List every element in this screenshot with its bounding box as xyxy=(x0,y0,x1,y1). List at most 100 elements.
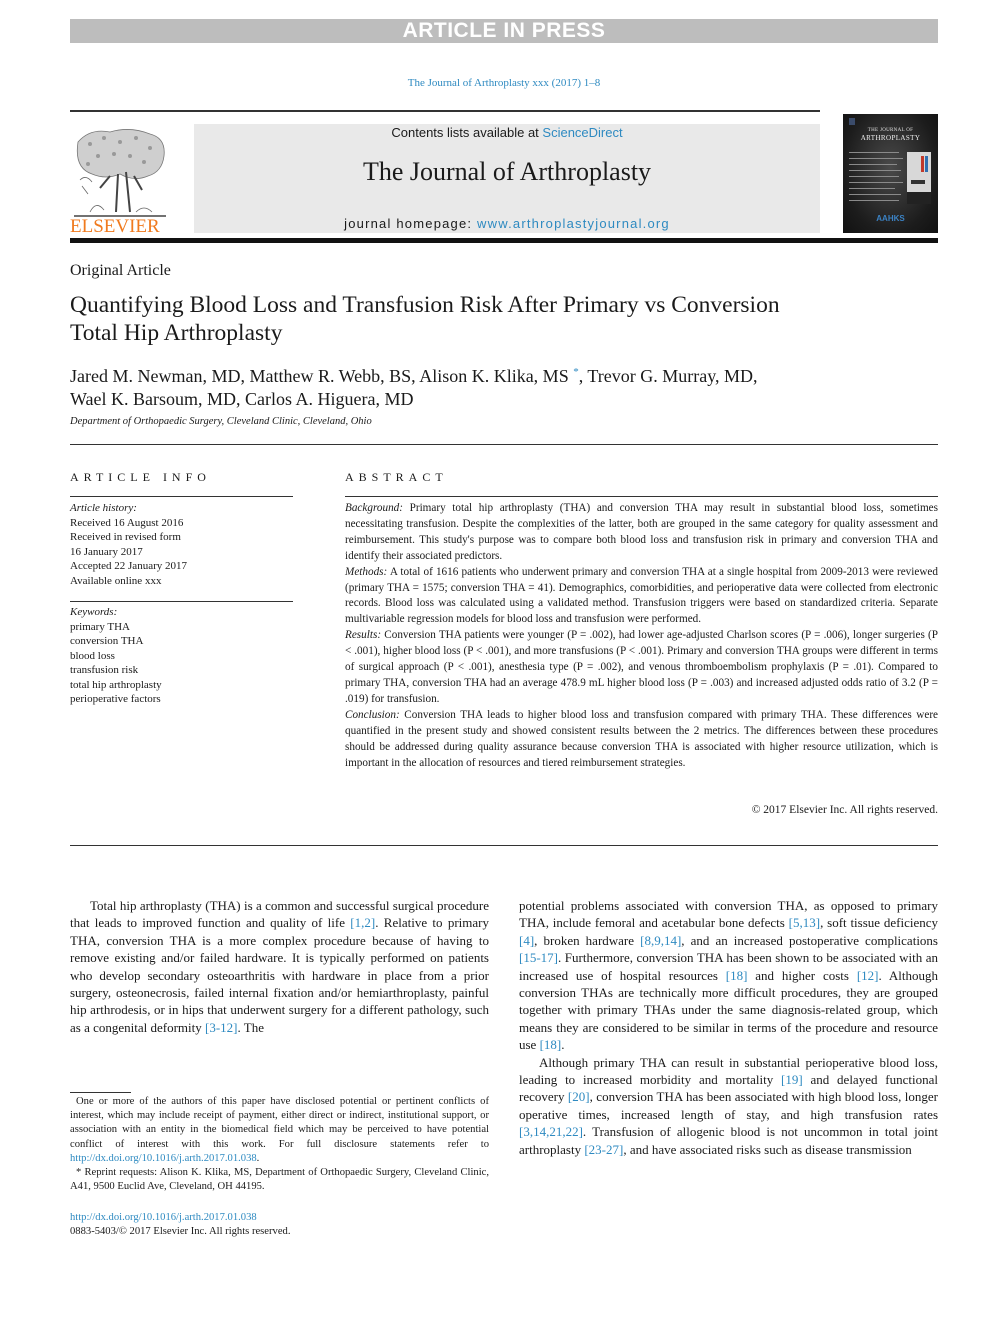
body-column-right: potential problems associated with conve… xyxy=(519,897,938,1158)
divider xyxy=(70,845,938,846)
conclusion-text: Conversion THA leads to higher blood los… xyxy=(345,708,939,769)
abstract-heading: ABSTRACT xyxy=(345,470,448,484)
history-item: 16 January 2017 xyxy=(70,545,143,558)
citation-link[interactable]: [5,13] xyxy=(789,915,820,930)
journal-name: The Journal of Arthroplasty xyxy=(362,157,652,186)
divider xyxy=(70,601,293,602)
body-text: . The xyxy=(237,1019,264,1035)
authors-line-1a: Jared M. Newman, MD, Matthew R. Webb, BS… xyxy=(70,366,574,386)
cover-text-line xyxy=(849,164,897,165)
journal-reference-link[interactable]: The Journal of Arthroplasty xxx (2017) 1… xyxy=(0,77,990,89)
journal-cover-image[interactable]: THE JOURNAL OF ARTHROPLASTY AAHKS xyxy=(843,114,938,233)
citation-link[interactable]: [23-27] xyxy=(584,1142,623,1157)
elsevier-wordmark: ELSEVIER xyxy=(70,216,160,237)
doi-link[interactable]: http://dx.doi.org/10.1016/j.arth.2017.01… xyxy=(70,1211,290,1225)
sciencedirect-link[interactable]: ScienceDirect xyxy=(542,125,622,140)
background-text: Primary total hip arthroplasty (THA) and… xyxy=(345,502,938,562)
citation-link[interactable]: [3-12] xyxy=(205,1020,238,1035)
abstract-methods: Methods: A total of 1616 patients who un… xyxy=(345,565,938,629)
footnotes: One or more of the authors of this paper… xyxy=(70,1095,489,1194)
cover-figure-image xyxy=(907,152,931,204)
keyword: primary THA xyxy=(70,620,130,633)
results-text: Conversion THA patients were younger (P … xyxy=(345,629,939,705)
conclusion-label: Conclusion: xyxy=(345,708,400,721)
contents-line: Contents lists available at ScienceDirec… xyxy=(194,125,820,140)
doi-footer: http://dx.doi.org/10.1016/j.arth.2017.01… xyxy=(70,1211,290,1239)
history-label: Article history: xyxy=(70,502,137,514)
cover-society-logo: AAHKS xyxy=(876,214,905,223)
history-item: Accepted 22 January 2017 xyxy=(70,560,187,572)
citation-link[interactable]: [8,9,14] xyxy=(640,933,681,948)
homepage-prefix: journal homepage: xyxy=(344,216,478,231)
body-text: . xyxy=(561,1037,565,1053)
body-paragraph: Total hip arthroplasty (THA) is a common… xyxy=(70,897,489,1036)
results-label: Results: xyxy=(345,629,382,642)
methods-text: A total of 1616 patients who underwent p… xyxy=(345,565,938,626)
authors-line-2: Wael K. Barsoum, MD, Carlos A. Higuera, … xyxy=(70,389,414,409)
body-paragraph: Although primary THA can result in subst… xyxy=(519,1054,938,1158)
keyword: conversion THA xyxy=(70,635,144,647)
citation-link[interactable]: [12] xyxy=(857,968,879,983)
divider xyxy=(70,444,938,445)
divider xyxy=(70,496,293,497)
citation-link[interactable]: [1,2] xyxy=(350,915,375,930)
citation-link[interactable]: [15-17] xyxy=(519,950,558,965)
keyword: blood loss xyxy=(70,649,115,662)
history-item: Received 16 August 2016 xyxy=(70,516,184,529)
body-text: , and have associated risks such as dise… xyxy=(623,1141,912,1157)
cover-text-line xyxy=(849,170,901,171)
cover-text-line xyxy=(849,158,903,159)
homepage-line: journal homepage: www.arthroplastyjourna… xyxy=(194,216,820,231)
affiliation: Department of Orthopaedic Surgery, Cleve… xyxy=(70,416,372,427)
methods-label: Methods: xyxy=(345,565,388,578)
citation-link[interactable]: [18] xyxy=(726,968,748,983)
cover-text-line xyxy=(849,176,899,177)
article-in-press-banner: ARTICLE IN PRESS xyxy=(70,19,938,43)
journal-homepage-link[interactable]: www.arthroplastyjournal.org xyxy=(477,216,670,231)
cover-logo-icon xyxy=(849,118,855,125)
body-text: . Relative to primary THA, conversion TH… xyxy=(70,915,489,1035)
journal-masthead: Contents lists available at ScienceDirec… xyxy=(194,124,820,233)
citation-link[interactable]: [4] xyxy=(519,933,534,948)
citation-link[interactable]: [18] xyxy=(540,1037,562,1052)
coi-doi-link[interactable]: http://dx.doi.org/10.1016/j.arth.2017.01… xyxy=(70,1153,257,1164)
body-column-left: Total hip arthroplasty (THA) is a common… xyxy=(70,897,489,1036)
body-paragraph: potential problems associated with conve… xyxy=(519,897,938,1054)
body-text: , soft tissue deficiency xyxy=(820,915,939,931)
citation-link[interactable]: [3,14,21,22] xyxy=(519,1124,583,1139)
cover-title-line-1: THE JOURNAL OF xyxy=(867,128,914,133)
keyword: transfusion risk xyxy=(70,664,139,676)
body-text: , and an increased postoperative complic… xyxy=(681,932,938,948)
issn-copyright: 0883-5403/© 2017 Elsevier Inc. All right… xyxy=(70,1226,291,1238)
article-history: Article history: Received 16 August 2016… xyxy=(70,501,293,588)
abstract-results: Results: Conversion THA patients were yo… xyxy=(345,628,938,708)
history-item: Available online xxx xyxy=(70,574,162,587)
article-info-heading: ARTICLE INFO xyxy=(70,470,211,484)
divider xyxy=(70,238,938,243)
cover-text-line xyxy=(849,182,903,183)
background-label: Background: xyxy=(345,502,403,514)
keyword: total hip arthroplasty xyxy=(70,678,162,691)
author-list: Jared M. Newman, MD, Matthew R. Webb, BS… xyxy=(70,361,890,411)
authors-line-1b: , Trevor G. Murray, MD, xyxy=(578,366,758,386)
keywords: Keywords: primary THA conversion THA blo… xyxy=(70,605,293,707)
citation-link[interactable]: [19] xyxy=(781,1072,803,1087)
abstract-background: Background: Primary total hip arthroplas… xyxy=(345,501,938,565)
coi-end: . xyxy=(256,1152,260,1164)
cover-text-line xyxy=(849,152,899,153)
citation-link[interactable]: [20] xyxy=(568,1089,590,1104)
divider xyxy=(70,110,820,112)
body-text: , broken hardware xyxy=(534,932,641,948)
keywords-label: Keywords: xyxy=(70,606,118,618)
cover-text-line xyxy=(849,200,899,201)
article-type: Original Article xyxy=(70,262,171,279)
footnote-divider xyxy=(70,1092,131,1093)
abstract-conclusion: Conclusion: Conversion THA leads to high… xyxy=(345,708,938,772)
contents-prefix: Contents lists available at xyxy=(391,125,543,140)
cover-text-line xyxy=(849,194,901,195)
abstract-body: Background: Primary total hip arthroplas… xyxy=(345,501,938,771)
cover-text-line xyxy=(849,188,895,189)
body-text: and higher costs xyxy=(747,967,857,983)
reprint-note: * Reprint requests: Alison K. Klika, MS,… xyxy=(70,1167,489,1193)
article-title: Quantifying Blood Loss and Transfusion R… xyxy=(70,292,780,346)
